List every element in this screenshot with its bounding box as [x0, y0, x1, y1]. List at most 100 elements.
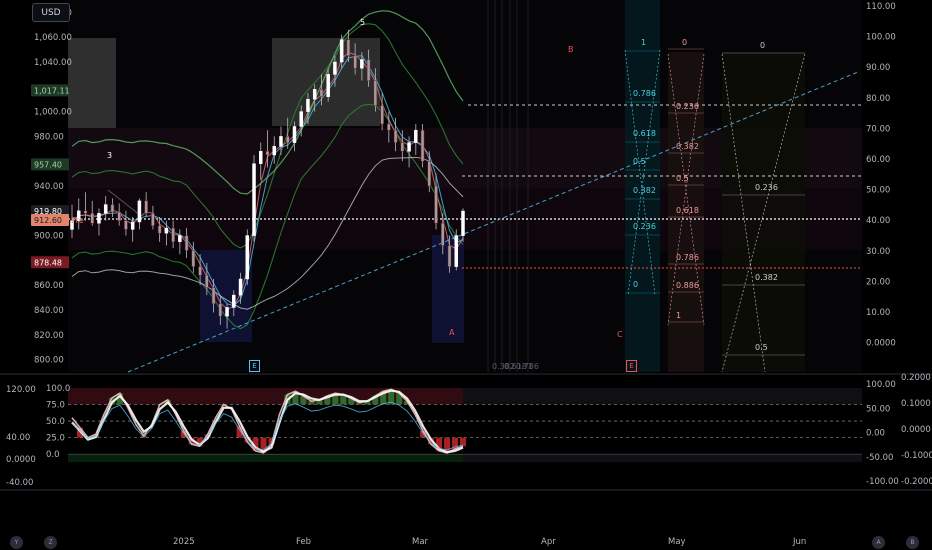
- candle-body: [157, 225, 162, 234]
- event-marker-e1[interactable]: E: [249, 360, 260, 372]
- candle-body: [191, 250, 196, 267]
- candle-body: [366, 59, 371, 81]
- candle-body: [333, 61, 337, 75]
- right-tick: 70.00: [866, 124, 890, 134]
- right-tick: 40.00: [866, 216, 890, 226]
- candle-body: [420, 129, 425, 162]
- wave-label-b: B: [568, 45, 574, 54]
- price-badge-text: 1,017.11: [34, 86, 70, 95]
- right-tick: 10.00: [866, 308, 890, 318]
- candle-body: [441, 222, 445, 246]
- x-tick: Apr: [541, 537, 556, 547]
- price-tick: 860.00: [34, 281, 64, 291]
- fib-left-label: 0.5: [633, 157, 646, 166]
- osc-tick: 120.00: [6, 385, 36, 395]
- candle-body: [137, 200, 142, 223]
- osc-right-tick-a: 100.00: [866, 380, 896, 390]
- candle-body: [339, 39, 344, 63]
- candle-body: [151, 213, 155, 226]
- osc-tick: 100.0: [46, 384, 70, 394]
- osc-right-tick-b: 0.0000: [901, 425, 931, 435]
- osc-tick: 0.0000: [6, 455, 36, 465]
- osc-tick: 25.0: [46, 434, 65, 444]
- candle-body: [245, 235, 250, 280]
- fib-mid-label: 0.382: [676, 142, 699, 151]
- candle-body: [461, 210, 465, 236]
- candle-body: [387, 123, 391, 131]
- zone-box-top: [272, 38, 380, 126]
- candle-body: [380, 105, 384, 125]
- candle-body: [90, 213, 94, 224]
- wave-label-5: 5: [360, 18, 365, 27]
- osc-right-tick-b: -0.2000: [901, 477, 932, 487]
- candle-body: [285, 136, 290, 143]
- right-tick: 110.00: [866, 2, 896, 12]
- x-tick: Mar: [412, 537, 429, 547]
- right-tick: 80.00: [866, 94, 890, 104]
- zone-box-bottom: [200, 250, 252, 342]
- wave-label-3: 3: [107, 151, 112, 160]
- pre-badge: Pre: [71, 216, 84, 225]
- osc-tick: 75.0: [46, 401, 65, 411]
- price-tick: 1,060.00: [34, 33, 72, 43]
- corner-button-y[interactable]: Y: [10, 536, 23, 549]
- candle-body: [218, 303, 223, 317]
- candle-body: [205, 275, 209, 288]
- price-tick: 940.00: [34, 182, 64, 192]
- candle-body: [373, 80, 378, 106]
- x-tick: Feb: [296, 537, 311, 547]
- right-tick: 60.00: [866, 155, 890, 165]
- osc-right-tick-a: -100.00: [866, 477, 899, 487]
- chart-canvas[interactable]: 10.7860.6180.50.3820.236000.2360.3820.50…: [0, 0, 932, 550]
- candle-body: [427, 160, 432, 187]
- price-tick: 800.00: [34, 356, 64, 366]
- price-badge-text: 957.40: [34, 160, 62, 169]
- candle-body: [252, 163, 256, 236]
- osc-tick: -40.00: [6, 478, 33, 488]
- right-tick: 30.00: [866, 247, 890, 257]
- candle-body: [117, 211, 121, 221]
- candle-body: [292, 126, 297, 143]
- x-tick: 2025: [173, 537, 195, 547]
- candle-body: [259, 151, 263, 164]
- candle-body: [97, 213, 101, 224]
- fib-left-label: 0.618: [633, 129, 656, 138]
- fib-mid-label: 0: [682, 38, 687, 47]
- event-marker-e2[interactable]: E: [626, 360, 637, 372]
- x-tick: Jun: [792, 537, 806, 547]
- price-tick: 900.00: [34, 232, 64, 242]
- fib-left-label: 0: [633, 280, 638, 289]
- corner-button-z[interactable]: Z: [44, 536, 57, 549]
- currency-button[interactable]: USD: [32, 3, 70, 22]
- osc-right-tick-a: 50.00: [866, 404, 890, 414]
- corner-button-a[interactable]: A: [872, 536, 885, 549]
- fib-right-shade: [722, 52, 805, 372]
- candle-body: [225, 307, 229, 317]
- fib-mid-label: 1: [676, 311, 681, 320]
- candle-body: [110, 204, 115, 213]
- candle-body: [447, 245, 452, 267]
- candle-body: [184, 235, 189, 251]
- candle-body: [232, 294, 236, 308]
- candle-body: [83, 210, 88, 214]
- candle-body: [454, 235, 459, 267]
- candle-body: [407, 142, 411, 152]
- osc-right-band-low: [463, 454, 862, 463]
- fib-mid-label: 0.618: [676, 206, 699, 215]
- candle-body: [103, 204, 108, 214]
- right-tick: 50.00: [866, 186, 890, 196]
- candle-body: [124, 220, 128, 230]
- osc-tick: 40.00: [6, 433, 30, 443]
- right-tick: 100.00: [866, 33, 896, 43]
- corner-button-b[interactable]: B: [906, 536, 919, 549]
- price-badge-text: 912.60: [34, 216, 62, 225]
- fib-mid-label: 0.886: [676, 281, 699, 290]
- fib-right-label: 0: [760, 41, 765, 50]
- fib-bottom-label: 1: [528, 362, 533, 371]
- price-badge-text: 878.48: [34, 258, 62, 267]
- x-tick: May: [668, 537, 686, 547]
- candle-body: [326, 74, 330, 97]
- osc-right-tick-b: 0.1000: [901, 399, 931, 409]
- osc-right-band: [463, 387, 862, 405]
- candle-body: [319, 89, 324, 97]
